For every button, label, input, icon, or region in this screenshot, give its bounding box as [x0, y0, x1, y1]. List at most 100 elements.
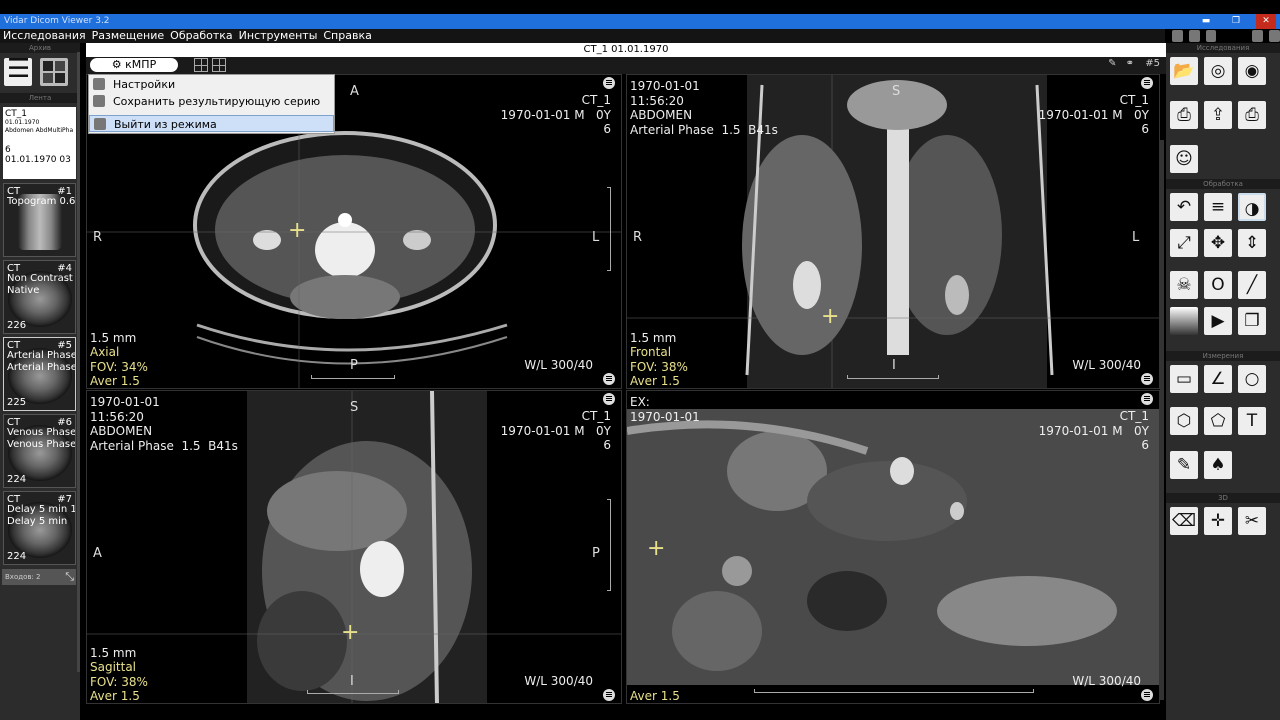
series-thumb[interactable]: CT #7 Delay 5 min 1 Delay 5 min 224 — [3, 491, 76, 565]
layout-2x2-icon[interactable] — [194, 58, 208, 72]
orient-right: P — [592, 546, 600, 561]
grid-view-button[interactable] — [40, 58, 68, 86]
settings-icon[interactable] — [1269, 30, 1280, 42]
open-folder-icon[interactable]: 📂 — [1170, 57, 1198, 85]
mode-label: кМПР — [125, 58, 157, 71]
series-thumb[interactable]: CT #6 Venous Phase Venous Phase 224 — [3, 414, 76, 488]
menu-layout[interactable]: Размещение — [89, 29, 168, 43]
freehand-roi-icon[interactable]: ⬡ — [1170, 407, 1198, 435]
fullscreen-icon[interactable] — [1252, 30, 1264, 42]
close-button[interactable]: ✕ — [1256, 14, 1276, 29]
angle-icon[interactable]: ∠ — [1204, 365, 1232, 393]
menu-item-save-series[interactable]: Сохранить результирующую серию — [89, 93, 334, 110]
print-icon[interactable]: ⎙ — [1170, 101, 1198, 129]
link-icon[interactable]: ⚭ — [1126, 58, 1134, 69]
viewport-ex[interactable]: + EX: 1970-01-01 CT_1 1970-01-01 M 0Y 6 … — [626, 390, 1160, 704]
disc-icon[interactable]: ◎ — [1204, 57, 1232, 85]
expand-icon[interactable]: ⤡ — [65, 569, 74, 585]
scale-bar — [607, 187, 611, 271]
pan-icon[interactable]: ✥ — [1204, 229, 1232, 257]
viewport-scrollbar[interactable] — [1160, 140, 1164, 700]
circle-roi-icon[interactable]: ○ — [1238, 365, 1266, 393]
disc-burn-icon[interactable]: ◉ — [1238, 57, 1266, 85]
scale-bar — [307, 690, 399, 694]
window-title: Vidar Dicom Viewer 3.2 — [4, 16, 110, 26]
series-number-label: #5 — [1145, 58, 1160, 69]
study-date: 01.01.1970 — [5, 119, 40, 126]
lungs-icon[interactable]: ♠ — [1204, 451, 1232, 479]
viewport-menu-icon[interactable] — [1141, 77, 1153, 89]
window-level-icon[interactable]: ◑ — [1238, 193, 1266, 221]
menu-studies[interactable]: Исследования — [0, 29, 89, 43]
eraser-icon[interactable]: ⌫ — [1170, 507, 1198, 535]
scalpel-icon[interactable]: ✂ — [1238, 507, 1266, 535]
scroll-icon[interactable]: ⇕ — [1238, 229, 1266, 257]
maximize-button[interactable]: ❐ — [1226, 14, 1246, 29]
orient-right: L — [592, 230, 600, 245]
viewport-menu-icon[interactable] — [603, 77, 615, 89]
polygon-roi-icon[interactable]: ⬠ — [1204, 407, 1232, 435]
viewport-menu-icon[interactable] — [603, 373, 615, 385]
series-desc: Venous Phase — [7, 427, 76, 438]
download-icon[interactable] — [1172, 30, 1183, 42]
zoom-icon[interactable]: ⤢ — [1170, 229, 1198, 257]
viewport-sagittal[interactable]: + S I A P 1970-01-01 11:56:20 ABDOMEN Ar… — [86, 390, 622, 704]
viewport-menu-icon[interactable] — [1141, 393, 1153, 405]
sync-icon[interactable]: ✎ — [1108, 58, 1116, 69]
crosshair-tool-icon[interactable]: ✛ — [1204, 507, 1232, 535]
layout-icon[interactable]: ❐ — [1238, 307, 1266, 335]
upload-icon[interactable] — [1188, 30, 1200, 42]
viewport-frontal[interactable]: + S I R L 1970-01-01 11:56:20 ABDOMEN Ar… — [626, 74, 1160, 389]
anonymize-icon[interactable]: ☺ — [1170, 145, 1198, 173]
viewport-menu-icon[interactable] — [1141, 373, 1153, 385]
ellipse-roi-icon[interactable]: O — [1204, 271, 1232, 299]
crosshair-icon[interactable]: + — [647, 538, 665, 560]
orient-left: R — [633, 230, 643, 245]
study-count: 6 — [5, 145, 11, 155]
skull-icon[interactable]: ☠ — [1170, 271, 1198, 299]
series-thumb-selected[interactable]: CT #5 Arterial Phase Arterial Phase 225 — [3, 337, 76, 411]
gear-icon — [93, 78, 105, 90]
left-panel: Архив Лента CT_1 01.01.1970 Abdomen AbdM… — [0, 43, 80, 720]
series-desc: Delay 5 min 1 — [7, 504, 76, 515]
menu-help[interactable]: Справка — [320, 29, 374, 43]
stack-icon[interactable]: ≡ — [1204, 193, 1232, 221]
text-icon[interactable]: T — [1238, 407, 1266, 435]
cine-icon[interactable]: ▶ — [1204, 307, 1232, 335]
section-processing-label: Обработка — [1166, 179, 1280, 189]
pipette-icon[interactable]: ✎ — [1170, 451, 1198, 479]
left-scrollbar[interactable] — [77, 52, 80, 672]
minimize-button[interactable]: ▬ — [1196, 14, 1216, 29]
viewport-menu-icon[interactable] — [603, 393, 615, 405]
gradient-icon[interactable] — [1170, 307, 1198, 335]
patient-info: CT_1 1970-01-01 M 0Y 6 — [1038, 409, 1149, 452]
menu-tools[interactable]: Инструменты — [236, 29, 321, 43]
series-thumb[interactable]: CT #1 Topogram 0.6 — [3, 183, 76, 257]
print-icon[interactable] — [1205, 30, 1217, 42]
viewport-menu-icon[interactable] — [603, 689, 615, 701]
study-card[interactable]: CT_1 01.01.1970 Abdomen AbdMultiPha 6 01… — [3, 107, 76, 179]
scale-bar — [847, 375, 939, 379]
export-icon[interactable]: ⇪ — [1204, 101, 1232, 129]
view-info: Axial FOV: 34% Aver 1.5 — [90, 345, 148, 388]
print-film-icon[interactable]: ⎙ — [1238, 101, 1266, 129]
menu-processing[interactable]: Обработка — [167, 29, 235, 43]
layout-3x3-icon[interactable] — [212, 58, 226, 72]
crosshair-icon[interactable]: + — [821, 306, 839, 328]
series-thumb[interactable]: CT #4 Non Contrast Native 226 — [3, 260, 76, 334]
undo-icon[interactable]: ↶ — [1170, 193, 1198, 221]
list-view-button[interactable] — [4, 54, 32, 86]
crosshair-icon[interactable]: + — [288, 220, 306, 242]
top-right-icons — [1170, 30, 1280, 42]
menu-item-exit-mode[interactable]: Выйти из режима — [89, 115, 334, 132]
mode-button[interactable]: ⚙ кМПР — [90, 58, 178, 72]
viewport-menu-icon[interactable] — [1141, 689, 1153, 701]
patient-info: CT_1 1970-01-01 M 0Y 6 — [500, 93, 611, 136]
orient-top: S — [892, 84, 901, 99]
ruler-icon[interactable]: ▭ — [1170, 365, 1198, 393]
menu-item-settings[interactable]: Настройки — [89, 76, 334, 93]
menu-item-label: Сохранить результирующую серию — [113, 95, 321, 108]
crosshair-icon[interactable]: + — [341, 622, 359, 644]
line-icon[interactable]: ╱ — [1238, 271, 1266, 299]
scale-bar — [311, 375, 395, 379]
